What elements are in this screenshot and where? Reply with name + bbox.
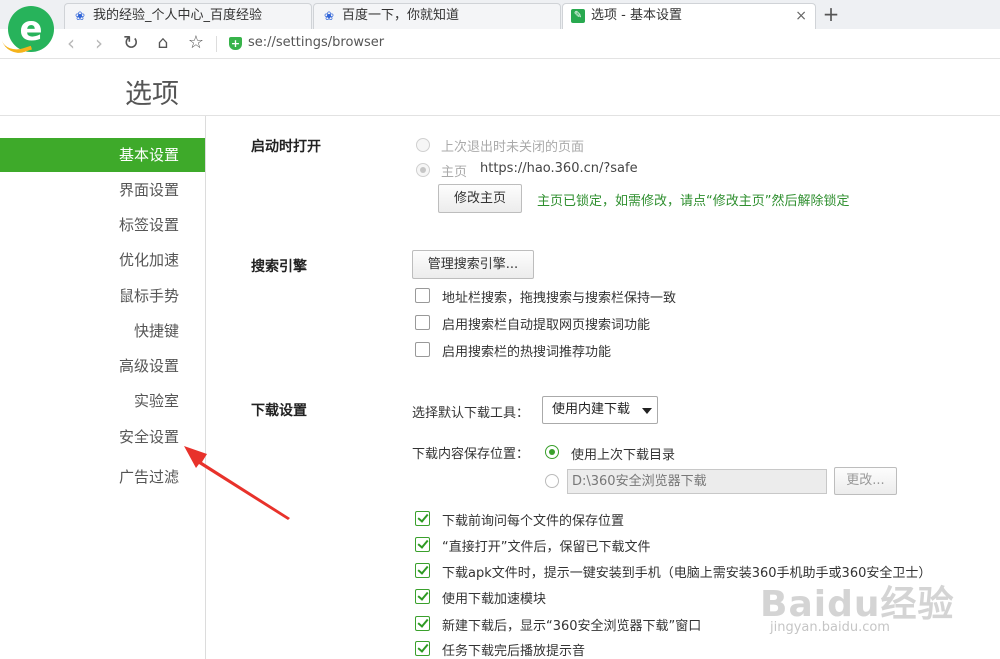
- tab-label: 百度一下，你就知道: [342, 8, 460, 23]
- sidebar-item-shortcuts[interactable]: 快捷键: [0, 314, 205, 348]
- startup-home-radio[interactable]: [416, 163, 430, 177]
- sidebar-item-lab[interactable]: 实验室: [0, 384, 205, 418]
- page-title: 选项: [125, 79, 179, 110]
- search-hotwords-label: 启用搜索栏的热搜词推荐功能: [442, 345, 612, 360]
- ask-save-location-label: 下载前询问每个文件的保存位置: [442, 514, 625, 529]
- search-sync-label: 地址栏搜索，拖拽搜索与搜索栏保持一致: [442, 291, 677, 306]
- download-complete-sound-label: 任务下载完后播放提示音: [442, 644, 586, 659]
- show-download-window-checkbox[interactable]: [415, 616, 430, 631]
- homepage-lock-tip: 主页已锁定，如需修改，请点“修改主页”然后解除锁定: [537, 194, 850, 209]
- tab-label: 选项 - 基本设置: [591, 8, 682, 23]
- search-extract-checkbox[interactable]: [415, 315, 430, 330]
- download-tool-label: 选择默认下载工具：: [412, 406, 530, 421]
- baidu-watermark-site: jingyan.baidu.com: [770, 620, 890, 635]
- tab-label: 我的经验_个人中心_百度经验: [93, 8, 263, 23]
- search-extract-label: 启用搜索栏自动提取网页搜索词功能: [442, 318, 651, 333]
- use-last-dir-radio[interactable]: [545, 445, 559, 459]
- keep-opened-file-label: “直接打开”文件后，保留已下载文件: [442, 540, 651, 555]
- refresh-icon[interactable]: ↻: [120, 31, 142, 55]
- search-heading: 搜索引擎: [251, 259, 307, 275]
- annotation-arrow-icon: [184, 446, 290, 520]
- ask-save-location-checkbox[interactable]: [415, 511, 430, 526]
- home-icon[interactable]: ⌂: [152, 31, 174, 55]
- settings-sidebar: 基本设置 界面设置 标签设置 优化加速 鼠标手势 快捷键 高级设置 实验室 安全…: [0, 116, 206, 659]
- toolbar: [0, 29, 1000, 59]
- download-save-label: 下载内容保存位置：: [412, 447, 530, 462]
- custom-dir-radio[interactable]: [545, 474, 559, 488]
- home-url: https://hao.360.cn/?safe: [480, 161, 638, 176]
- startup-home-label: 主页: [441, 165, 468, 180]
- tab-close-icon[interactable]: ×: [795, 4, 807, 28]
- sidebar-item-mouse-gestures[interactable]: 鼠标手势: [0, 279, 205, 313]
- sidebar-item-adblock[interactable]: 广告过滤: [0, 460, 205, 494]
- toolbar-separator: [216, 36, 217, 52]
- download-accelerate-label: 使用下载加速模块: [442, 592, 547, 607]
- startup-heading: 启动时打开: [251, 139, 321, 155]
- download-tool-value: 使用内建下载: [552, 402, 631, 417]
- download-accelerate-checkbox[interactable]: [415, 589, 430, 604]
- change-path-button[interactable]: 更改...: [834, 467, 897, 495]
- keep-opened-file-checkbox[interactable]: [415, 537, 430, 552]
- address-input[interactable]: se://settings/browser: [248, 35, 384, 50]
- tab-my-experience[interactable]: ❀ 我的经验_个人中心_百度经验: [64, 3, 312, 29]
- chevron-down-icon: [642, 408, 652, 414]
- browser-logo-icon[interactable]: e: [1, 6, 54, 58]
- tab-baidu-search[interactable]: ❀ 百度一下，你就知道: [313, 3, 561, 29]
- new-tab-button[interactable]: +: [820, 2, 842, 26]
- tab-settings[interactable]: ✎ 选项 - 基本设置 ×: [562, 3, 816, 30]
- sidebar-item-interface[interactable]: 界面设置: [0, 173, 205, 207]
- baidu-paw-icon: ❀: [323, 9, 335, 23]
- startup-last-session-label: 上次退出时未关闭的页面: [441, 140, 585, 155]
- manage-search-engines-button[interactable]: 管理搜索引擎...: [412, 250, 534, 279]
- modify-homepage-button[interactable]: 修改主页: [438, 184, 522, 213]
- download-path-field[interactable]: D:\360安全浏览器下载: [567, 469, 827, 494]
- favorite-star-icon[interactable]: ☆: [185, 31, 207, 55]
- back-icon[interactable]: ‹: [60, 31, 82, 55]
- security-shield-icon[interactable]: +: [229, 37, 242, 50]
- startup-last-session-radio[interactable]: [416, 138, 430, 152]
- apk-install-prompt-checkbox[interactable]: [415, 563, 430, 578]
- settings-page-icon: ✎: [571, 9, 585, 23]
- use-last-dir-label: 使用上次下载目录: [571, 448, 676, 463]
- download-complete-sound-checkbox[interactable]: [415, 641, 430, 656]
- forward-icon[interactable]: ›: [88, 31, 110, 55]
- search-sync-checkbox[interactable]: [415, 288, 430, 303]
- sidebar-item-security[interactable]: 安全设置: [0, 420, 205, 454]
- search-hotwords-checkbox[interactable]: [415, 342, 430, 357]
- baidu-paw-icon: ❀: [74, 9, 86, 23]
- sidebar-item-tabs[interactable]: 标签设置: [0, 208, 205, 242]
- download-tool-select[interactable]: 使用内建下载: [542, 396, 658, 424]
- sidebar-item-advanced[interactable]: 高级设置: [0, 349, 205, 383]
- sidebar-item-optimize[interactable]: 优化加速: [0, 243, 205, 277]
- sidebar-item-basic[interactable]: 基本设置: [0, 138, 205, 172]
- download-heading: 下载设置: [251, 403, 307, 419]
- show-download-window-label: 新建下载后，显示“360安全浏览器下载”窗口: [442, 619, 702, 634]
